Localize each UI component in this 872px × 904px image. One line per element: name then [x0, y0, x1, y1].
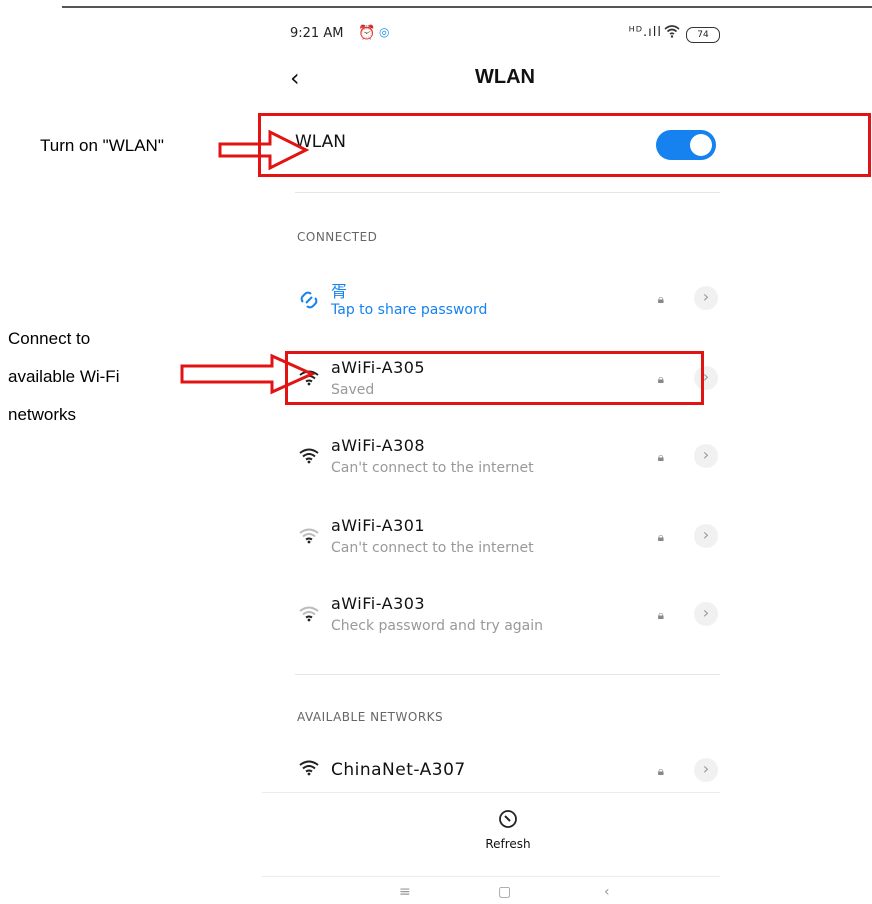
refresh-button[interactable]: Refresh	[468, 808, 548, 851]
network-status: Can't connect to the internet	[331, 460, 534, 476]
network-name: 胥	[331, 282, 348, 301]
lock-icon: 🔒︎	[657, 764, 664, 778]
refresh-label: Refresh	[485, 837, 531, 851]
highlight-box-network	[285, 351, 704, 405]
wifi-icon	[664, 24, 680, 42]
notification-icon: ◎	[379, 25, 390, 39]
status-time: 9:21 AM	[290, 26, 344, 41]
network-name: aWiFi-A308	[331, 436, 426, 455]
status-bar: 9:21 AM ⏰ ◎ ᴴᴰ.ıll 74	[290, 24, 720, 46]
saved-network-row[interactable]: aWiFi-A308 Can't connect to the internet…	[297, 436, 722, 484]
network-name: aWiFi-A303	[331, 594, 426, 613]
wifi-signal-weak-icon	[299, 606, 319, 627]
battery-icon: 74	[686, 27, 720, 43]
lock-icon: 🔒︎	[657, 450, 664, 464]
network-details-button[interactable]: ›	[694, 758, 718, 782]
divider	[295, 192, 720, 193]
annotation-line: networks	[8, 405, 77, 424]
network-name: aWiFi-A301	[331, 516, 426, 535]
connected-network-row[interactable]: 胥 Tap to share password 🔒︎ ›	[297, 278, 722, 326]
network-details-button[interactable]: ›	[694, 286, 718, 310]
nav-divider	[262, 876, 720, 877]
wifi-signal-icon	[299, 760, 319, 781]
menu-icon[interactable]: ≡	[399, 884, 411, 900]
annotation-line: available Wi-Fi	[8, 367, 120, 386]
annotation-turn-on: Turn on "WLAN"	[40, 136, 164, 155]
lock-icon: 🔒︎	[657, 530, 664, 544]
network-details-button[interactable]: ›	[694, 524, 718, 548]
back-nav-icon[interactable]: ‹	[604, 884, 610, 900]
lock-icon: 🔒︎	[657, 608, 664, 622]
divider	[295, 674, 720, 675]
annotation-line: Connect to	[8, 329, 91, 348]
wifi-signal-weak-icon	[299, 528, 319, 549]
header: ‹ WLAN	[290, 62, 720, 98]
saved-network-row[interactable]: aWiFi-A301 Can't connect to the internet…	[297, 516, 722, 564]
network-status: Can't connect to the internet	[331, 540, 534, 556]
link-icon	[299, 290, 319, 315]
network-details-button[interactable]: ›	[694, 444, 718, 468]
highlight-box-wlan	[258, 113, 871, 177]
network-status: Tap to share password	[331, 302, 488, 318]
network-status: Check password and try again	[331, 618, 544, 634]
section-title-available: AVAILABLE NETWORKS	[297, 710, 444, 724]
bottom-divider	[262, 792, 720, 793]
saved-network-row[interactable]: aWiFi-A303 Check password and try again …	[297, 594, 722, 642]
section-title-connected: CONNECTED	[297, 230, 378, 244]
network-details-button[interactable]: ›	[694, 602, 718, 626]
signal-icon: ᴴᴰ.ıll	[628, 25, 662, 40]
refresh-icon	[468, 808, 548, 835]
home-icon[interactable]: ▢	[498, 884, 511, 900]
lock-icon: 🔒︎	[657, 292, 664, 306]
alarm-clock-icon: ⏰	[358, 25, 376, 41]
available-network-row[interactable]: ChinaNet-A307 🔒︎ ›	[297, 758, 722, 788]
page-title: WLAN	[475, 66, 535, 88]
network-name: ChinaNet-A307	[331, 760, 466, 780]
wifi-signal-icon	[299, 448, 319, 469]
annotation-connect: Connect to available Wi-Fi networks	[8, 320, 119, 434]
top-divider	[62, 6, 872, 8]
